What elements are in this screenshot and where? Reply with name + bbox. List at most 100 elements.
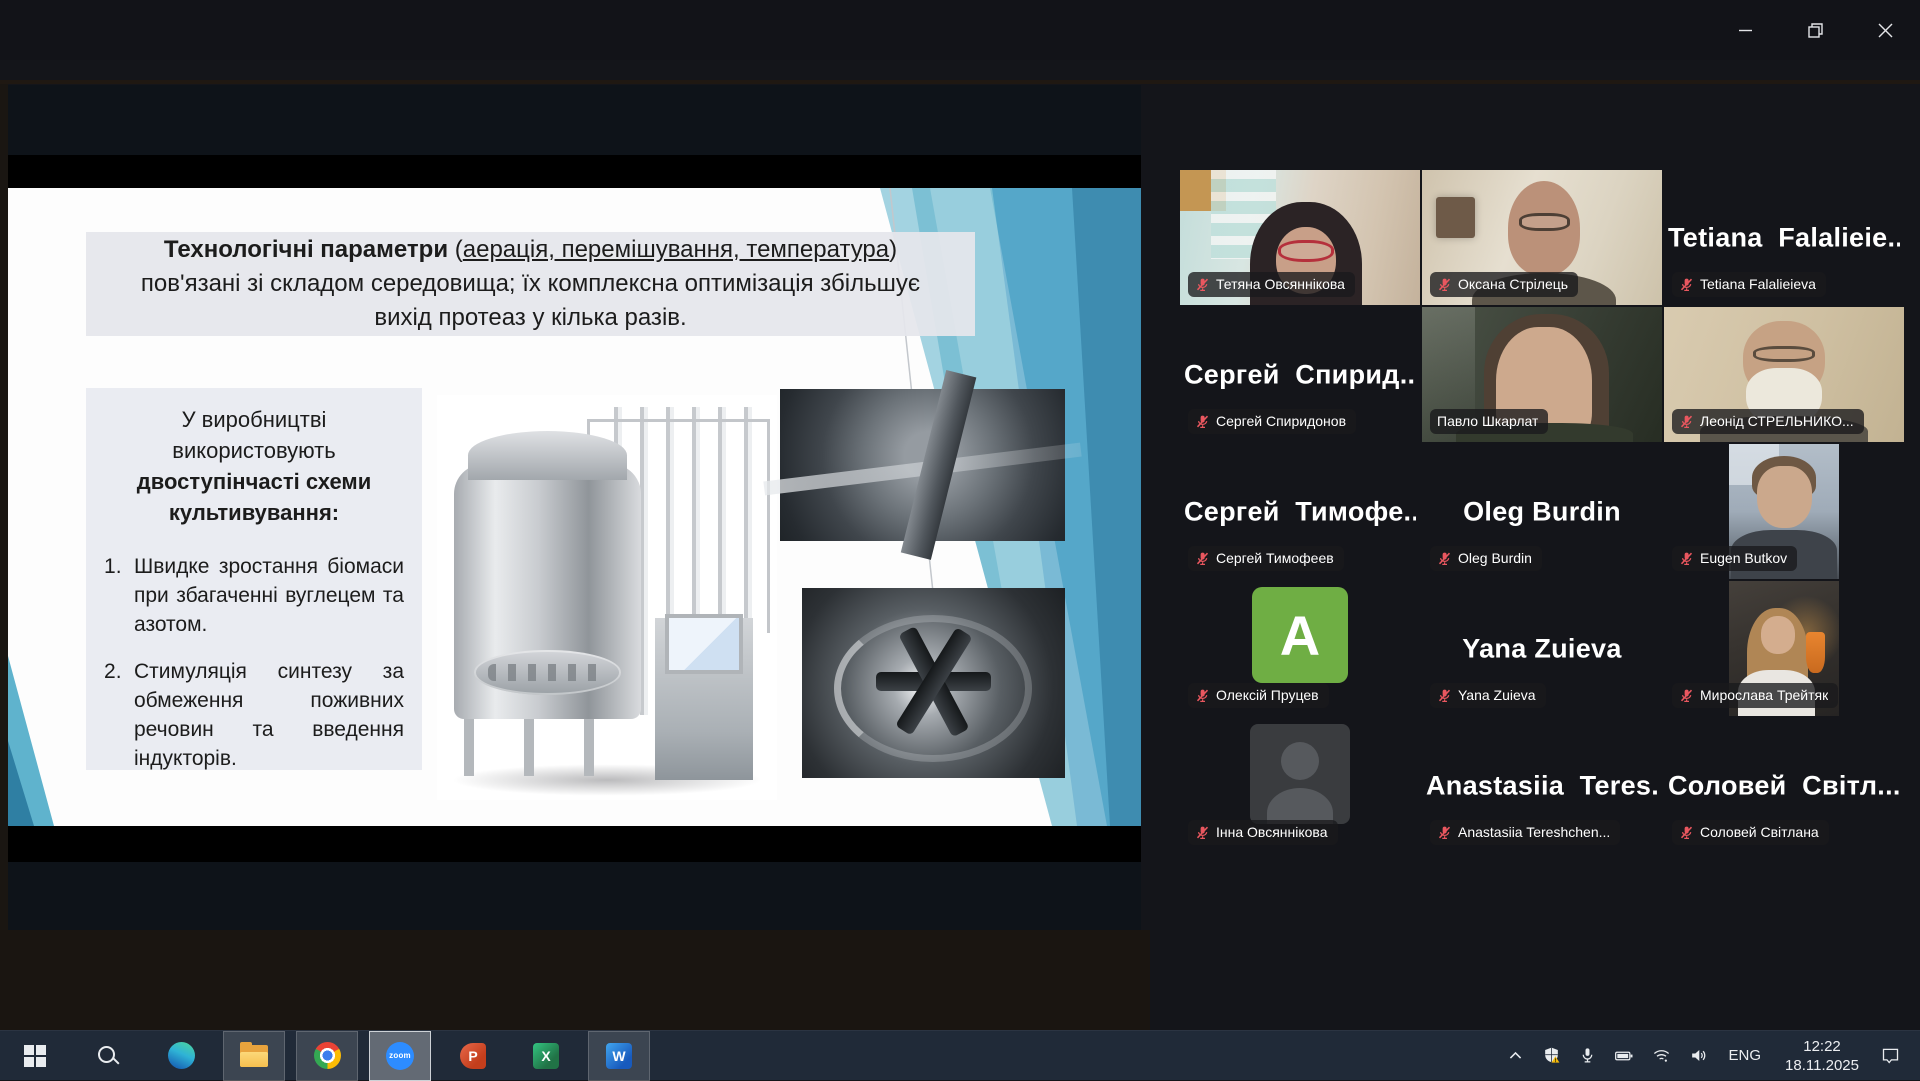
participant-tile[interactable]: Eugen Butkov [1664, 444, 1904, 579]
participant-tile[interactable]: Тетяна Овсяннікова [1180, 170, 1420, 305]
participant-tile[interactable]: Anastasiia Teres...Anastasiia Tereshchen… [1422, 718, 1662, 853]
participant-grid: Тетяна Овсяннікова Оксана Стрілець Tetiana… [1180, 170, 1904, 853]
taskbar-zoom-button[interactable]: zoom [369, 1031, 431, 1081]
mic-muted-icon [1195, 825, 1210, 840]
search-icon [96, 1044, 120, 1068]
participant-label: Олексій Пруцев [1188, 683, 1329, 708]
mic-muted-icon [1195, 414, 1210, 429]
tray-chevron-up-icon[interactable] [1498, 1031, 1533, 1080]
participant-tile[interactable]: Yana ZuievaYana Zuieva [1422, 581, 1662, 716]
taskbar-search-button[interactable] [77, 1031, 139, 1081]
participant-name: Соловей Світл... [1668, 770, 1900, 801]
participant-tile[interactable]: Tetiana Falalieie... Tetiana Falalieieva [1664, 170, 1904, 305]
participant-tile[interactable]: Леонід СТРЕЛЬНИКО... [1664, 307, 1904, 442]
participant-label: Леонід СТРЕЛЬНИКО... [1672, 409, 1864, 434]
zoom-icon: zoom [386, 1042, 414, 1070]
taskbar: zoom P XW [0, 1030, 1920, 1080]
participant-tile[interactable]: Сергей Тимофе...Сергей Тимофеев [1180, 444, 1420, 579]
participant-label-text: Yana Zuieva [1458, 686, 1536, 704]
tray-wifi-icon[interactable] [1643, 1031, 1680, 1080]
taskbar-edge-button[interactable] [150, 1031, 212, 1081]
slide-list-item: Стимуляція синтезу за обмеження поживних… [104, 657, 404, 773]
minimize-button[interactable] [1710, 0, 1780, 60]
slide-letterbox-top [8, 155, 1141, 188]
powerpoint-icon: P [460, 1043, 486, 1069]
participant-label: Павло Шкарлат [1430, 409, 1548, 434]
participant-label-text: Мирослава Трейтяк [1700, 686, 1828, 704]
tray-time: 12:22 [1785, 1037, 1859, 1056]
participant-tile[interactable]: Мирослава Трейтяк [1664, 581, 1904, 716]
file-explorer-icon [240, 1045, 268, 1067]
participant-label: Сергей Тимофеев [1188, 546, 1344, 571]
participant-label-text: Oleg Burdin [1458, 549, 1532, 567]
presentation-slide: Технологічні параметри (аерація, переміш… [8, 188, 1141, 826]
action-center-icon[interactable] [1871, 1031, 1910, 1080]
participant-tile[interactable]: Соловей Світл...Соловей Світлана [1664, 718, 1904, 853]
participant-tile[interactable]: Інна Овсяннікова [1180, 718, 1420, 853]
slide-list-item: Швидке зростання біомаси при збагаченні … [104, 552, 404, 639]
mic-muted-icon [1679, 688, 1694, 703]
mic-muted-icon [1679, 414, 1694, 429]
participant-avatar: А [1252, 587, 1348, 683]
share-top-divider [0, 80, 1920, 84]
participant-label-text: Олексій Пруцев [1216, 686, 1319, 704]
participant-name: Tetiana Falalieie... [1668, 222, 1900, 253]
shared-screen: Технологічні параметри (аерація, переміш… [8, 85, 1141, 930]
tray-battery-icon[interactable] [1605, 1031, 1643, 1080]
tank-interior-photo [780, 389, 1065, 541]
slide-title-underlined: аерація, перемішування, температура [463, 236, 889, 263]
restore-button[interactable] [1780, 0, 1850, 60]
participant-name: Anastasiia Teres... [1426, 770, 1658, 801]
tray-date: 18.11.2025 [1785, 1056, 1859, 1075]
participant-tile[interactable]: А Олексій Пруцев [1180, 581, 1420, 716]
participant-tile[interactable]: Павло Шкарлат [1422, 307, 1662, 442]
bioreactor-photo [437, 395, 777, 800]
background-strip-bottom [0, 930, 1150, 1030]
participant-label-text: Оксана Стрілець [1458, 275, 1568, 293]
taskbar-powerpoint-button[interactable]: P [442, 1031, 504, 1081]
participant-tile[interactable]: Oleg Burdin Oleg Burdin [1422, 444, 1662, 579]
taskbar-start-button[interactable] [4, 1031, 66, 1081]
participant-label: Tetiana Falalieieva [1672, 272, 1826, 297]
slide-decoration-bottom-left [8, 646, 68, 826]
mic-muted-icon [1437, 551, 1452, 566]
taskbar-word-button[interactable]: W [588, 1031, 650, 1081]
security-shield-warning-icon[interactable] [1533, 1031, 1570, 1080]
mic-muted-icon [1679, 825, 1694, 840]
participant-label-text: Tetiana Falalieieva [1700, 275, 1816, 293]
close-icon [1877, 22, 1894, 39]
taskbar-explorer-button[interactable] [223, 1031, 285, 1081]
chrome-icon [314, 1042, 341, 1069]
mic-muted-icon [1679, 277, 1694, 292]
minimize-icon [1737, 22, 1754, 39]
tray-microphone-icon[interactable] [1570, 1031, 1605, 1080]
slide-title: Технологічні параметри (аерація, переміш… [86, 232, 975, 336]
participant-label-text: Сергей Спиридонов [1216, 412, 1346, 430]
mic-muted-icon [1437, 688, 1452, 703]
participant-name: Oleg Burdin [1426, 496, 1658, 527]
participant-label-text: Eugen Butkov [1700, 549, 1787, 567]
close-button[interactable] [1850, 0, 1920, 60]
participant-label: Оксана Стрілець [1430, 272, 1578, 297]
participant-label-text: Інна Овсяннікова [1216, 823, 1328, 841]
person-silhouette-icon [1281, 742, 1319, 780]
participant-tile[interactable]: Оксана Стрілець [1422, 170, 1662, 305]
participant-tile[interactable]: Сергей Спирид...Сергей Спиридонов [1180, 307, 1420, 442]
tray-language-indicator[interactable]: ENG [1717, 1047, 1774, 1064]
participant-label: Eugen Butkov [1672, 546, 1797, 571]
taskbar-excel-button[interactable]: X [515, 1031, 577, 1081]
tray-clock[interactable]: 12:22 18.11.2025 [1773, 1037, 1871, 1075]
avatar-letter: А [1280, 603, 1320, 668]
window-controls [1710, 0, 1920, 60]
slide-text-heading: У виробництві використовують двоступінча… [104, 404, 404, 528]
participant-label-text: Леонід СТРЕЛЬНИКО... [1700, 412, 1854, 430]
participant-label-text: Сергей Тимофеев [1216, 549, 1334, 567]
impeller-photo [802, 588, 1065, 778]
taskbar-chrome-button[interactable] [296, 1031, 358, 1081]
mic-muted-icon [1195, 277, 1210, 292]
mic-muted-icon [1195, 688, 1210, 703]
participant-label: Oleg Burdin [1430, 546, 1542, 571]
tray-speaker-icon[interactable] [1680, 1031, 1717, 1080]
taskbar-apps: zoom P XW [0, 1031, 661, 1080]
restore-icon [1807, 22, 1824, 39]
